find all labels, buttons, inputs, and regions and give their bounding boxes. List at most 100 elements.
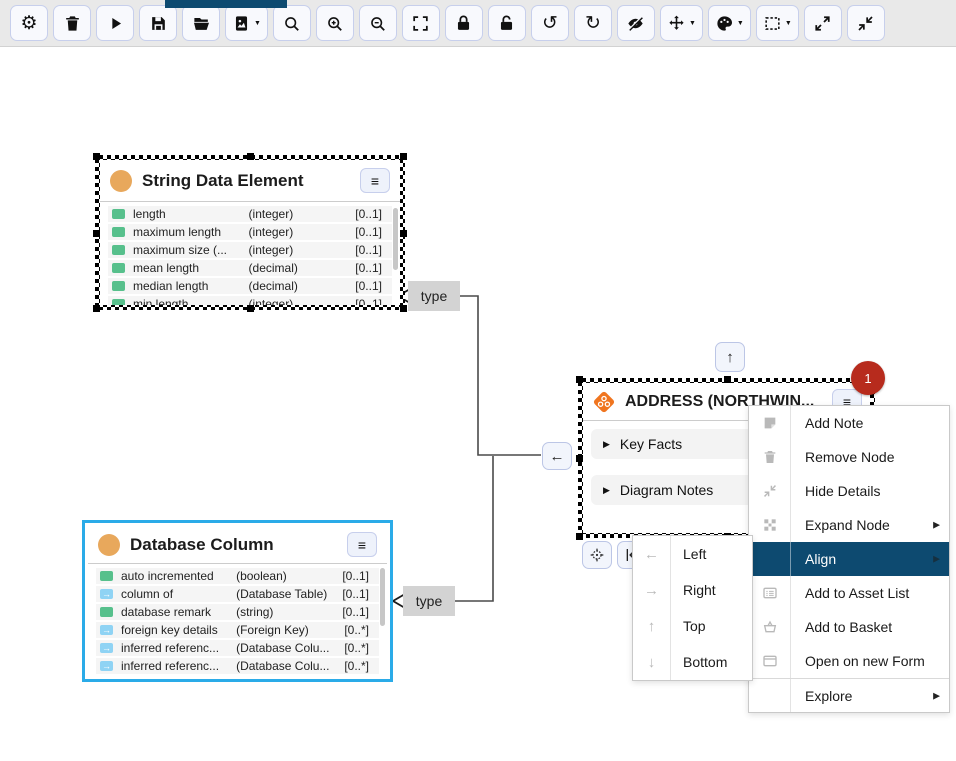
- resize-handle[interactable]: [93, 305, 100, 312]
- caret-down-icon: ▼: [254, 20, 261, 27]
- submenu-item-top[interactable]: ↑ Top: [633, 608, 752, 644]
- incoming-relations-button[interactable]: ←: [542, 442, 572, 470]
- resize-handle[interactable]: [576, 455, 583, 462]
- expand-button[interactable]: [804, 5, 842, 41]
- submenu-caret-icon: ▶: [933, 520, 940, 531]
- resize-handle[interactable]: [400, 153, 407, 160]
- menu-item-add-note[interactable]: Add Note: [749, 406, 949, 440]
- submenu-caret-icon: ▶: [933, 690, 940, 701]
- edge-label-type[interactable]: type: [408, 281, 460, 311]
- scrollbar-thumb[interactable]: [393, 208, 398, 270]
- node-menu-button[interactable]: ≡: [360, 168, 390, 193]
- nav-up-button[interactable]: ↑: [715, 342, 745, 372]
- fit-screen-button[interactable]: [402, 5, 440, 41]
- blank-icon: [749, 679, 791, 712]
- style-button[interactable]: ▼: [708, 5, 751, 41]
- open-button[interactable]: [182, 5, 220, 41]
- attribute-row[interactable]: min length(integer)[0..1]: [108, 296, 392, 305]
- relation-icon: →: [100, 625, 113, 635]
- collapse-button[interactable]: [847, 5, 885, 41]
- attribute-row[interactable]: maximum length(integer)[0..1]: [108, 224, 392, 240]
- menu-item-open-on-new-form[interactable]: Open on new Form: [749, 644, 949, 678]
- submenu-item-right[interactable]: → Right: [633, 572, 752, 608]
- database-table-icon: [591, 389, 617, 415]
- menu-item-remove-node[interactable]: Remove Node: [749, 440, 949, 474]
- resize-handle[interactable]: [576, 376, 583, 383]
- attribute-row[interactable]: length(integer)[0..1]: [108, 206, 392, 222]
- lock-button[interactable]: [445, 5, 483, 41]
- save-button[interactable]: [139, 5, 177, 41]
- hide-button[interactable]: [617, 5, 655, 41]
- resize-handle[interactable]: [400, 305, 407, 312]
- unlock-button[interactable]: [488, 5, 526, 41]
- node-menu-button[interactable]: ≡: [347, 532, 377, 557]
- run-button[interactable]: [96, 5, 134, 41]
- notification-badge[interactable]: 1: [851, 361, 885, 395]
- resize-handle[interactable]: [247, 305, 254, 312]
- chevron-right-icon: ▶: [603, 439, 610, 450]
- undo-icon: ↺: [542, 14, 558, 33]
- expand-arrows-icon: [813, 14, 832, 33]
- arrow-left-icon: ←: [633, 536, 671, 572]
- resize-handle[interactable]: [93, 153, 100, 160]
- attribute-icon: [112, 227, 125, 237]
- locate-button[interactable]: [582, 541, 612, 569]
- undo-button[interactable]: ↺: [531, 5, 569, 41]
- menu-item-expand-node[interactable]: Expand Node ▶: [749, 508, 949, 542]
- zoom-in-button[interactable]: [316, 5, 354, 41]
- resize-handle[interactable]: [724, 376, 731, 383]
- resize-handle[interactable]: [247, 153, 254, 160]
- attribute-row[interactable]: →inferred referenc...(Database Colu...[0…: [96, 640, 379, 656]
- palette-icon: [715, 14, 734, 33]
- resize-handle[interactable]: [93, 230, 100, 237]
- delete-button[interactable]: [53, 5, 91, 41]
- redo-button[interactable]: ↻: [574, 5, 612, 41]
- scrollbar-thumb[interactable]: [380, 568, 385, 626]
- edge-label-type[interactable]: type: [403, 586, 455, 616]
- node-header[interactable]: Database Column ≡: [88, 526, 387, 564]
- select-button[interactable]: ▼: [756, 5, 799, 41]
- attribute-row[interactable]: median length(decimal)[0..1]: [108, 278, 392, 294]
- attribute-row[interactable]: maximum size (...(integer)[0..1]: [108, 242, 392, 258]
- menu-item-add-to-basket[interactable]: Add to Basket: [749, 610, 949, 644]
- attribute-row[interactable]: mean length(decimal)[0..1]: [108, 260, 392, 276]
- eye-off-icon: [626, 14, 645, 33]
- attribute-row[interactable]: auto incremented(boolean)[0..1]: [96, 568, 379, 584]
- submenu-item-bottom[interactable]: ↓ Bottom: [633, 644, 752, 680]
- menu-item-add-to-asset-list[interactable]: Add to Asset List: [749, 576, 949, 610]
- menu-item-hide-details[interactable]: Hide Details: [749, 474, 949, 508]
- trash-icon: [63, 14, 82, 33]
- node-header[interactable]: String Data Element ≡: [100, 160, 400, 202]
- hamburger-icon: ≡: [371, 173, 379, 189]
- data-element-icon: [110, 170, 132, 192]
- attribute-row[interactable]: →column of(Database Table)[0..1]: [96, 586, 379, 602]
- attribute-list: length(integer)[0..1] maximum length(int…: [100, 202, 400, 305]
- image-file-icon: [232, 14, 251, 33]
- basket-icon: [749, 610, 791, 644]
- search-button[interactable]: [273, 5, 311, 41]
- caret-down-icon: ▼: [785, 20, 792, 27]
- attribute-icon: [112, 281, 125, 291]
- attribute-row[interactable]: →inferred referenc...(Database Colu...[0…: [96, 658, 379, 674]
- node-string-data-element[interactable]: String Data Element ≡ length(integer)[0.…: [95, 155, 405, 310]
- settings-button[interactable]: ⚙: [10, 5, 48, 41]
- menu-item-explore[interactable]: Explore ▶: [749, 678, 949, 712]
- menu-item-align[interactable]: Align ▶: [749, 542, 949, 576]
- marquee-select-icon: [763, 14, 782, 33]
- attribute-icon: [100, 571, 113, 581]
- lock-icon: [454, 14, 473, 33]
- export-image-button[interactable]: ▼: [225, 5, 268, 41]
- caret-down-icon: ▼: [689, 20, 696, 27]
- zoom-out-button[interactable]: [359, 5, 397, 41]
- arrow-down-icon: ↓: [633, 644, 671, 680]
- attribute-row[interactable]: →foreign key details(Foreign Key)[0..*]: [96, 622, 379, 638]
- move-button[interactable]: ▼: [660, 5, 703, 41]
- resize-handle[interactable]: [576, 533, 583, 540]
- submenu-item-left[interactable]: ← Left: [633, 536, 752, 572]
- attribute-list: auto incremented(boolean)[0..1] →column …: [88, 564, 387, 676]
- attribute-row[interactable]: database remark(string)[0..1]: [96, 604, 379, 620]
- resize-handle[interactable]: [400, 230, 407, 237]
- attribute-icon: [112, 245, 125, 255]
- folder-open-icon: [192, 14, 211, 33]
- node-database-column[interactable]: Database Column ≡ auto incremented(boole…: [82, 520, 393, 682]
